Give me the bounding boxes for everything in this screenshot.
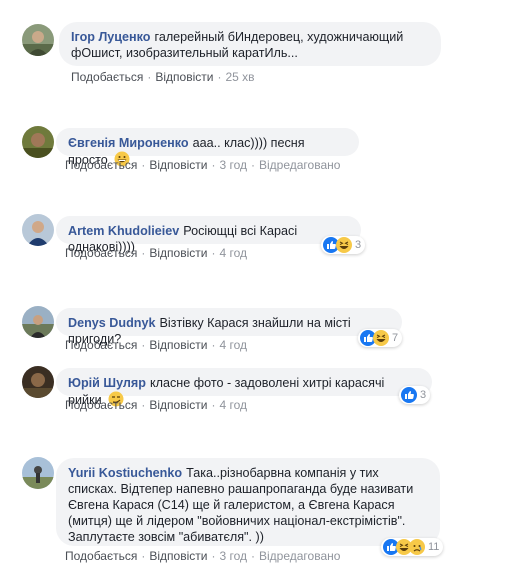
comment-author[interactable]: Євгенія Мироненко bbox=[68, 136, 189, 150]
reply-link[interactable]: Відповісти bbox=[149, 246, 207, 260]
avatar[interactable] bbox=[22, 214, 54, 246]
comment-time[interactable]: 4 год bbox=[219, 338, 247, 352]
reaction-count: 3 bbox=[355, 239, 362, 251]
sad-reaction-icon bbox=[409, 539, 425, 555]
comment-actions: Подобається · Відповісти · 4 год bbox=[65, 246, 247, 260]
like-link[interactable]: Подобається bbox=[65, 158, 137, 172]
comment-bubble: Yurii Kostiuchenko Така..різнобарвна комп… bbox=[56, 458, 440, 546]
comment-time[interactable]: 4 год bbox=[219, 398, 247, 412]
comment-time[interactable]: 4 год bbox=[219, 246, 247, 260]
comment-bubble: Denys Dudnyk Візтівку Карася знайшли на м… bbox=[56, 308, 402, 346]
reply-link[interactable]: Відповісти bbox=[155, 70, 213, 84]
reply-link[interactable]: Відповісти bbox=[149, 158, 207, 172]
comment-actions: Подобається · Відповісти · 3 год · Відредагова… bbox=[65, 158, 341, 172]
like-link[interactable]: Подобається bbox=[71, 70, 143, 84]
like-reaction-icon bbox=[401, 387, 417, 403]
haha-reaction-icon bbox=[373, 330, 389, 346]
avatar[interactable] bbox=[22, 306, 54, 338]
comment-bubble: Євгенія Мироненко ааа.. клас)))) песня пр… bbox=[56, 128, 359, 167]
comment-time[interactable]: 3 год bbox=[219, 549, 247, 563]
comment-author[interactable]: Denys Dudnyk bbox=[68, 316, 155, 330]
reaction-summary[interactable]: 3 bbox=[399, 386, 431, 404]
reaction-summary[interactable]: 7 bbox=[358, 329, 403, 347]
comment-author[interactable]: Yurii Kostiuchenko bbox=[68, 466, 182, 480]
comment-author[interactable]: Artem Khudolieiev bbox=[68, 224, 179, 238]
comment-author[interactable]: Юрій Шуляр bbox=[68, 376, 146, 390]
avatar[interactable] bbox=[22, 457, 54, 489]
reaction-summary[interactable]: 3 bbox=[321, 236, 366, 254]
comment-author[interactable]: Ігор Луценко bbox=[71, 30, 151, 44]
comment-actions: Подобається · Відповісти · 4 год bbox=[65, 338, 247, 352]
reply-link[interactable]: Відповісти bbox=[149, 338, 207, 352]
reaction-count: 3 bbox=[420, 389, 427, 401]
avatar[interactable] bbox=[22, 366, 54, 398]
comment-time[interactable]: 3 год bbox=[219, 158, 247, 172]
comment-bubble: Artem Khudolieiev Росіющці всі Карасі одн… bbox=[56, 216, 361, 254]
reaction-count: 11 bbox=[428, 541, 440, 553]
reaction-count: 7 bbox=[392, 332, 399, 344]
comment-actions: Подобається · Відповісти · 3 год · Відредагова… bbox=[65, 549, 341, 563]
reaction-summary[interactable]: 11 bbox=[381, 538, 444, 556]
avatar[interactable] bbox=[22, 24, 54, 56]
like-link[interactable]: Подобається bbox=[65, 338, 137, 352]
haha-reaction-icon bbox=[336, 237, 352, 253]
comment-bubble: Ігор Луценко галерейный бИндеровец, худож… bbox=[59, 22, 441, 66]
like-link[interactable]: Подобається bbox=[65, 398, 137, 412]
like-link[interactable]: Подобається bbox=[65, 246, 137, 260]
reply-link[interactable]: Відповісти bbox=[149, 398, 207, 412]
comment-actions: Подобається · Відповісти · 4 год bbox=[65, 398, 247, 412]
reply-link[interactable]: Відповісти bbox=[149, 549, 207, 563]
comment-actions: Подобається · Відповісти · 25 хв bbox=[71, 70, 255, 84]
like-link[interactable]: Подобається bbox=[65, 549, 137, 563]
comment-bubble: Юрій Шуляр класне фото - задоволені хитрі… bbox=[56, 368, 432, 407]
comment-time[interactable]: 25 хв bbox=[225, 70, 254, 84]
edited-label[interactable]: Відредаговано bbox=[259, 549, 340, 563]
avatar[interactable] bbox=[22, 126, 54, 158]
edited-label[interactable]: Відредаговано bbox=[259, 158, 340, 172]
